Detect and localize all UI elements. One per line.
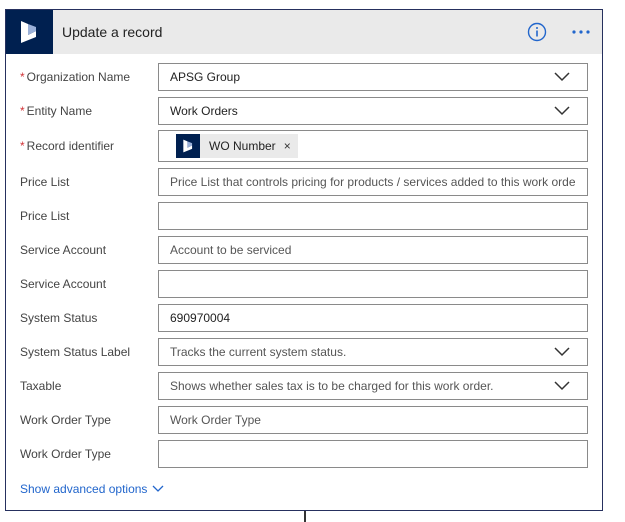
entity-dropdown[interactable]: Work Orders [158,97,588,125]
card-title: Update a record [62,24,163,40]
work-order-type-input-2[interactable] [158,440,588,468]
row-price-list: Price List Price List that controls pric… [6,168,602,196]
token-label: WO Number [209,139,276,153]
system-status-label-dropdown[interactable]: Tracks the current system status. [158,338,588,366]
system-status-label-label: System Status Label [20,345,131,359]
price-list-label: Price List [20,175,70,189]
service-account-label: Service Account [20,243,107,257]
row-work-order-type: Work Order Type Work Order Type [6,406,602,434]
required-mark: * [20,139,25,153]
price-list-input-2[interactable] [158,202,588,230]
taxable-dropdown[interactable]: Shows whether sales tax is to be charged… [158,372,588,400]
row-system-status: System Status 690970004 [6,304,602,332]
chevron-down-icon [554,347,570,357]
card-header[interactable]: Update a record [6,10,602,54]
required-mark: * [20,104,25,118]
info-icon[interactable] [527,22,547,42]
flow-connector-line [304,511,306,522]
required-mark: * [20,70,25,84]
show-advanced-options-link[interactable]: Show advanced options [20,482,164,496]
dynamics-logo-icon [6,10,53,54]
record-identifier-input[interactable]: WO Number × [158,130,588,162]
row-record-identifier: * Record identifier WO Number × [6,130,602,162]
service-account-input[interactable]: Account to be serviced [158,236,588,264]
row-price-list-2: Price List [6,202,602,230]
taxable-label: Taxable [20,379,62,393]
update-record-card: Update a record * Organization Name APSG … [5,9,603,511]
row-organization: * Organization Name APSG Group [6,63,602,91]
record-identifier-label: * Record identifier [20,139,115,153]
chevron-down-icon [554,106,570,116]
organization-dropdown[interactable]: APSG Group [158,63,588,91]
chevron-down-icon [554,72,570,82]
row-service-account-2: Service Account [6,270,602,298]
service-account-input-2[interactable] [158,270,588,298]
price-list-input[interactable]: Price List that controls pricing for pro… [158,168,588,196]
system-status-label: System Status [20,311,98,325]
ellipsis-icon[interactable] [570,22,594,40]
row-work-order-type-2: Work Order Type [6,440,602,468]
chevron-down-icon [152,485,164,492]
dynamics-logo-icon [176,134,200,158]
entity-label: * Entity Name [20,104,93,118]
work-order-type-label: Work Order Type [20,413,111,427]
row-system-status-label: System Status Label Tracks the current s… [6,338,602,366]
organization-label: * Organization Name [20,70,131,84]
row-entity: * Entity Name Work Orders [6,97,602,125]
row-taxable: Taxable Shows whether sales tax is to be… [6,372,602,400]
system-status-input[interactable]: 690970004 [158,304,588,332]
work-order-type-input[interactable]: Work Order Type [158,406,588,434]
service-account-label: Service Account [20,277,107,291]
price-list-label: Price List [20,209,70,223]
row-service-account: Service Account Account to be serviced [6,236,602,264]
work-order-type-label: Work Order Type [20,447,111,461]
dynamic-content-token[interactable]: WO Number × [176,134,298,158]
remove-token-icon[interactable]: × [284,139,291,153]
chevron-down-icon [554,381,570,391]
